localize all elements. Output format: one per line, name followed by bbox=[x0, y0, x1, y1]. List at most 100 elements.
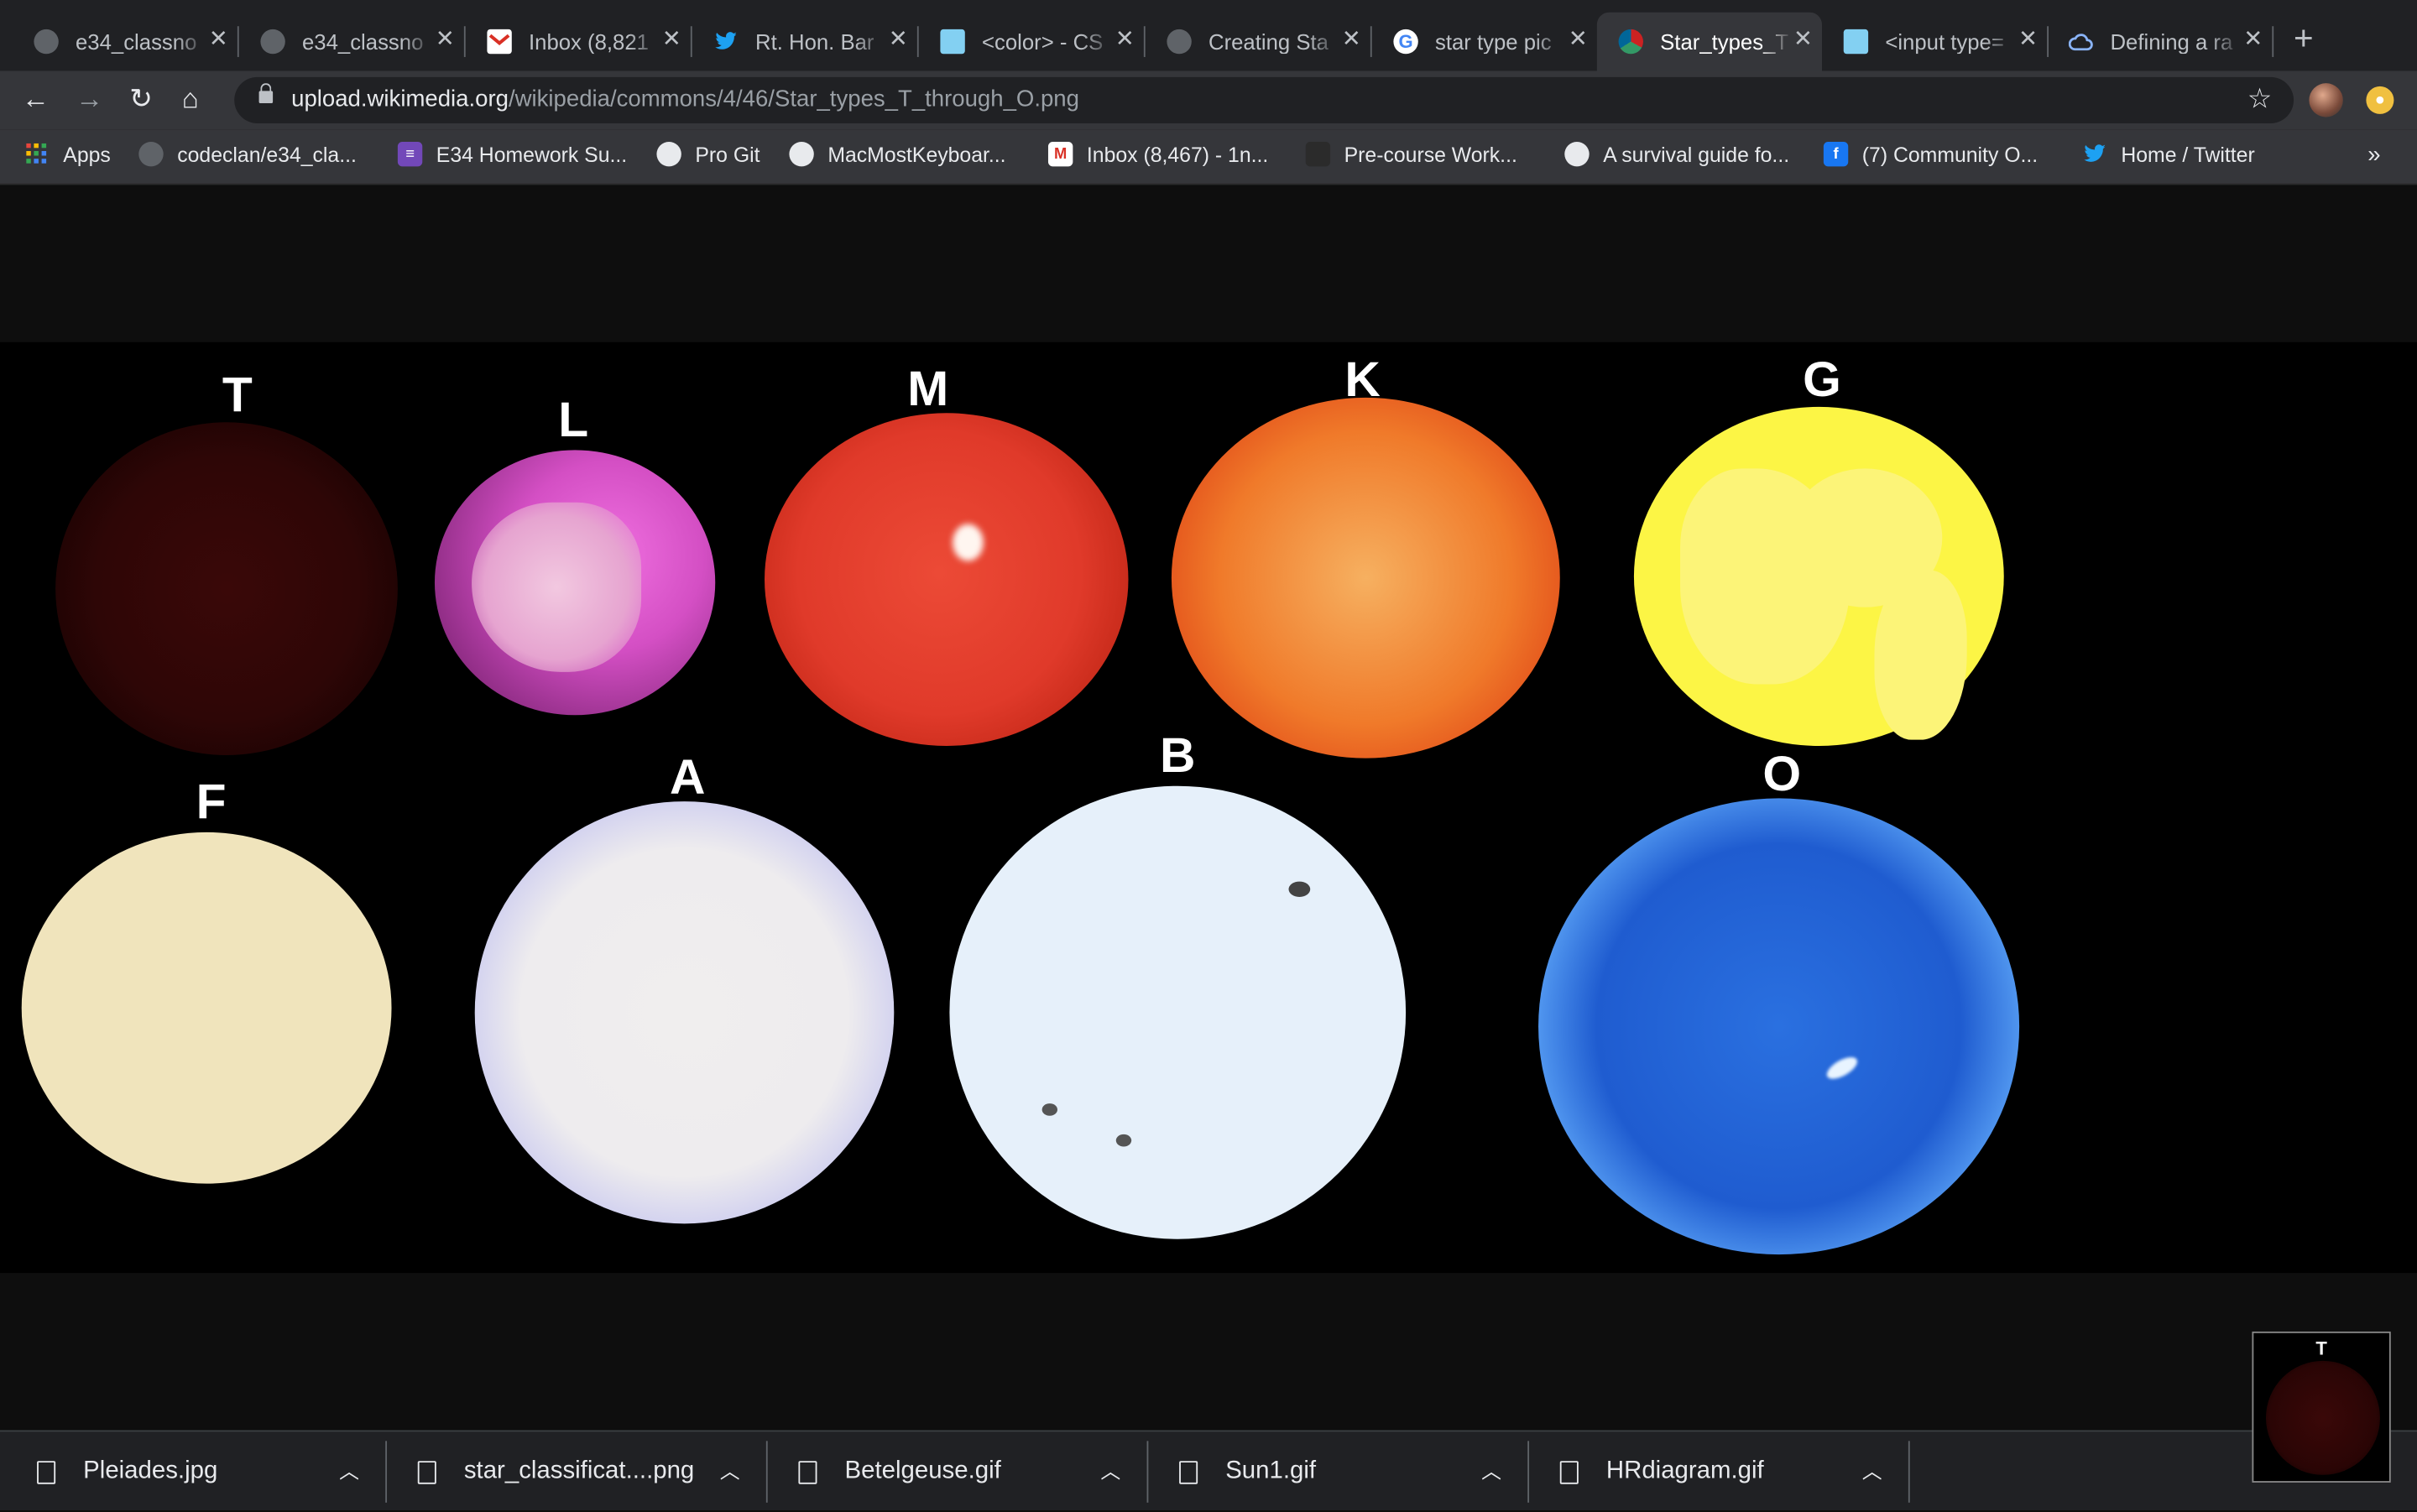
bookmark-apps[interactable]: Apps bbox=[24, 142, 111, 166]
mdn-icon bbox=[1843, 29, 1869, 55]
bookmark-star-icon[interactable]: ☆ bbox=[2247, 83, 2273, 116]
close-icon[interactable]: ✕ bbox=[1342, 27, 1361, 52]
bookmark-homework[interactable]: ≡ E34 Homework Su... bbox=[397, 141, 627, 167]
facebook-icon: f bbox=[1823, 141, 1849, 167]
star-label-f: F bbox=[196, 774, 227, 830]
tab-1[interactable]: e34_classno ✕ bbox=[13, 13, 239, 71]
bookmark-codeclan[interactable]: codeclan/e34_cla... bbox=[138, 141, 357, 167]
star-label-o: O bbox=[1762, 745, 1802, 802]
forward-icon[interactable]: → bbox=[76, 83, 103, 114]
bookmark-twitter[interactable]: Home / Twitter bbox=[2082, 142, 2255, 166]
bookmark-community[interactable]: f (7) Community O... bbox=[1823, 141, 2039, 167]
close-icon[interactable]: ✕ bbox=[1793, 27, 1813, 52]
bookmark-label: codeclan/e34_cla... bbox=[177, 142, 357, 166]
star-label-l: L bbox=[558, 391, 589, 447]
more-bookmarks-icon[interactable]: » bbox=[2367, 142, 2380, 168]
reload-icon[interactable]: ↻ bbox=[129, 83, 153, 114]
tab-title: Rt. Hon. Bar bbox=[754, 29, 874, 55]
close-icon[interactable]: ✕ bbox=[436, 27, 455, 52]
close-icon[interactable]: ✕ bbox=[2018, 27, 2038, 52]
avatar[interactable] bbox=[2309, 83, 2343, 117]
chevron-up-icon[interactable]: ︿ bbox=[1100, 1455, 1120, 1484]
close-icon[interactable]: ✕ bbox=[1115, 27, 1135, 52]
github-icon bbox=[138, 141, 164, 167]
close-icon[interactable]: ✕ bbox=[889, 27, 908, 52]
download-item[interactable]: star_classificat....png ︿ bbox=[417, 1431, 768, 1512]
url-path: /wikipedia/commons/4/46/Star_types_T_thr… bbox=[508, 86, 1079, 113]
download-item[interactable]: Betelgeuse.gif ︿ bbox=[798, 1431, 1149, 1512]
twitter-icon bbox=[2082, 142, 2106, 166]
twitter-icon bbox=[713, 29, 738, 54]
download-item[interactable]: Sun1.gif ︿ bbox=[1179, 1431, 1530, 1512]
file-icon bbox=[1179, 1460, 1198, 1483]
tab-title: Star_types_T bbox=[1660, 29, 1789, 55]
chevron-up-icon[interactable]: ︿ bbox=[720, 1455, 740, 1484]
close-icon[interactable]: ✕ bbox=[2243, 27, 2263, 52]
star-label-g: G bbox=[1803, 351, 1841, 407]
file-icon bbox=[1559, 1460, 1579, 1483]
new-tab-button[interactable]: + bbox=[2294, 21, 2314, 55]
file-icon bbox=[417, 1460, 436, 1483]
tab-10[interactable]: Defining a ra ✕ bbox=[2047, 13, 2274, 71]
bookmark-macmost[interactable]: MacMostKeyboar... bbox=[789, 141, 1006, 167]
tab-8-active[interactable]: Star_types_T ✕ bbox=[1596, 12, 1823, 71]
lock-icon bbox=[258, 83, 274, 104]
google-icon: G bbox=[1393, 29, 1418, 55]
close-icon[interactable]: ✕ bbox=[1569, 27, 1588, 52]
globe-icon bbox=[1167, 29, 1192, 55]
star-o bbox=[1538, 798, 2020, 1255]
bookmark-label: (7) Community O... bbox=[1861, 142, 2039, 166]
bookmark-inbox[interactable]: M Inbox (8,467) - 1n... bbox=[1047, 141, 1269, 167]
thumbnail-star bbox=[2265, 1360, 2380, 1475]
bookmark-survival[interactable]: A survival guide fo... bbox=[1564, 141, 1789, 167]
address-url[interactable]: upload.wikimedia.org/wikipedia/commons/4… bbox=[291, 86, 1079, 112]
globe-icon bbox=[656, 141, 681, 167]
extension-icon[interactable]: ● bbox=[2366, 86, 2394, 114]
star-t bbox=[55, 422, 398, 755]
file-icon bbox=[798, 1460, 817, 1483]
home-icon[interactable]: ⌂ bbox=[182, 83, 199, 114]
download-item[interactable]: Pleiades.jpg ︿ bbox=[37, 1431, 388, 1512]
gmail-icon: M bbox=[1047, 141, 1073, 167]
bookmark-label: Home / Twitter bbox=[2121, 142, 2255, 166]
star-k bbox=[1171, 397, 1560, 759]
close-icon[interactable]: ✕ bbox=[662, 27, 681, 52]
tab-4[interactable]: Rt. Hon. Bar ✕ bbox=[692, 13, 919, 71]
form-icon: ≡ bbox=[397, 141, 423, 167]
star-b bbox=[949, 785, 1407, 1239]
tab-title: e34_classno bbox=[301, 29, 424, 55]
wikimedia-icon bbox=[1618, 29, 1643, 55]
tab-6[interactable]: Creating Sta ✕ bbox=[1146, 13, 1372, 71]
tab-3[interactable]: Inbox (8,821 ✕ bbox=[466, 13, 692, 71]
tab-5[interactable]: <color> - CS ✕ bbox=[919, 13, 1146, 71]
back-icon[interactable]: ← bbox=[22, 83, 50, 114]
tab-strip: e34_classno ✕ e34_classno ✕ Inbox (8,821… bbox=[0, 0, 2417, 71]
bookmark-label: Pro Git bbox=[695, 142, 760, 166]
globe-icon bbox=[1564, 141, 1590, 167]
star-label-t: T bbox=[222, 367, 253, 423]
address-bar[interactable]: upload.wikimedia.org/wikipedia/commons/4… bbox=[234, 76, 2294, 123]
drag-thumbnail: T bbox=[2252, 1331, 2391, 1483]
tab-9[interactable]: <input type= ✕ bbox=[1822, 13, 2049, 71]
star-label-a: A bbox=[669, 748, 706, 805]
blank-icon bbox=[1305, 141, 1331, 167]
cloud-icon bbox=[2068, 29, 2093, 54]
tab-7[interactable]: G star type pic ✕ bbox=[1372, 13, 1597, 71]
download-filename: star_classificat....png bbox=[463, 1457, 695, 1484]
close-icon[interactable]: ✕ bbox=[209, 27, 228, 52]
apps-grid-icon bbox=[24, 142, 49, 166]
chevron-up-icon[interactable]: ︿ bbox=[339, 1455, 359, 1484]
bookmark-label: Inbox (8,467) - 1n... bbox=[1086, 142, 1269, 166]
browser-toolbar: ← → ↻ ⌂ upload.wikimedia.org/wikipedia/c… bbox=[0, 70, 2417, 130]
chevron-up-icon[interactable]: ︿ bbox=[1481, 1455, 1501, 1484]
bookmark-progit[interactable]: Pro Git bbox=[656, 141, 760, 167]
star-types-image[interactable]: T L M K G F A B O bbox=[0, 342, 2417, 1274]
bookmark-label: Apps bbox=[63, 142, 111, 166]
star-g bbox=[1633, 406, 2004, 746]
chevron-up-icon[interactable]: ︿ bbox=[1862, 1455, 1882, 1484]
tab-2[interactable]: e34_classno ✕ bbox=[239, 13, 466, 71]
file-icon bbox=[37, 1460, 56, 1483]
download-item[interactable]: HRdiagram.gif ︿ bbox=[1559, 1431, 1910, 1512]
globe-icon bbox=[789, 141, 814, 167]
bookmark-precourse[interactable]: Pre-course Work... bbox=[1305, 141, 1517, 167]
